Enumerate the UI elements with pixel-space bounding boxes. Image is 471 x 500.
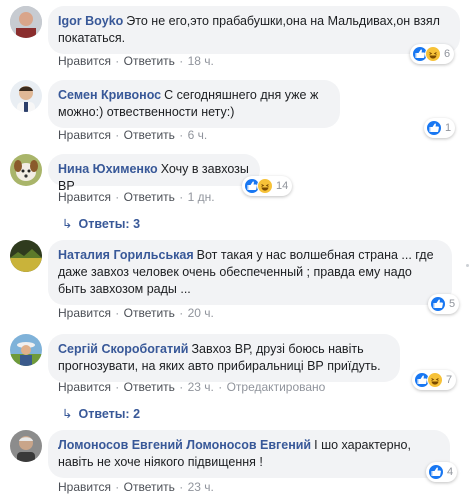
- reply-link[interactable]: Ответить: [124, 480, 175, 494]
- comment-bubble: Ломоносов Евгений Ломоносов Евгений І шо …: [48, 430, 450, 478]
- comment-bubble: Семен Кривонос С сегодняшнего дня уже ж м…: [48, 80, 340, 128]
- comment-bubble: Сергій Скоробогатий Завхоз ВР, друзі боюс…: [48, 334, 400, 382]
- like-reaction-icon: [426, 120, 442, 136]
- separator: ·: [115, 190, 120, 204]
- view-replies-link[interactable]: ↳ Ответы: 3: [62, 216, 140, 231]
- haha-reaction-icon: [257, 178, 273, 194]
- separator: ·: [179, 380, 184, 394]
- separator: ·: [179, 128, 184, 142]
- reaction-count: 6: [444, 48, 451, 60]
- comment-actions: Нравится · Ответить · 6 ч.: [58, 128, 207, 142]
- edited-label[interactable]: Отредактировано: [227, 380, 326, 394]
- separator: ·: [115, 54, 120, 68]
- haha-reaction-icon: [427, 372, 443, 388]
- avatar[interactable]: [10, 334, 42, 366]
- separator: ·: [115, 480, 120, 494]
- separator: ·: [179, 306, 184, 320]
- comment-item: Семен Кривонос С сегодняшнего дня уже ж м…: [10, 80, 460, 150]
- separator: ·: [218, 380, 223, 394]
- like-link[interactable]: Нравится: [58, 128, 111, 142]
- comment-timestamp[interactable]: 18 ч.: [188, 54, 214, 68]
- like-reaction-icon: [428, 464, 444, 480]
- scroll-indicator: [466, 264, 469, 267]
- reaction-count: 14: [276, 180, 289, 192]
- like-link[interactable]: Нравится: [58, 380, 111, 394]
- separator: ·: [179, 54, 184, 68]
- avatar[interactable]: [10, 80, 42, 112]
- comment-item: Наталия Горильськая Вот такая у нас волше…: [10, 240, 460, 324]
- haha-reaction-icon: [425, 46, 441, 62]
- replies-count-label: Ответы: 2: [78, 407, 141, 421]
- comment-bubble: Наталия Горильськая Вот такая у нас волше…: [48, 240, 452, 305]
- comment-author[interactable]: Семен Кривонос: [58, 88, 161, 102]
- comment-item: Igor Boyko Это не его,это прабабушки,она …: [10, 6, 460, 78]
- reaction-count: 4: [447, 466, 454, 478]
- comment-author[interactable]: Наталия Горильськая: [58, 248, 194, 262]
- comment-author[interactable]: Ломоносов Евгений Ломоносов Евгений: [58, 438, 311, 452]
- reactions-summary[interactable]: 5: [428, 294, 460, 314]
- comment-item: Ломоносов Евгений Ломоносов Евгений І шо …: [10, 430, 460, 498]
- separator: ·: [115, 306, 120, 320]
- comment-timestamp[interactable]: 23 ч.: [188, 480, 214, 494]
- comment-bubble: Нина Юхименко Хочу в завхозы ВР: [48, 154, 260, 193]
- comment-actions: Нравится · Ответить · 23 ч.: [58, 480, 214, 494]
- avatar[interactable]: [10, 6, 42, 38]
- reaction-count: 7: [446, 374, 453, 386]
- reaction-count: 1: [445, 122, 452, 134]
- separator: ·: [115, 380, 120, 394]
- reply-link[interactable]: Ответить: [124, 54, 175, 68]
- reply-link[interactable]: Ответить: [124, 306, 175, 320]
- reactions-summary[interactable]: 4: [426, 462, 458, 482]
- replies-count-label: Ответы: 3: [78, 217, 141, 231]
- comment-timestamp[interactable]: 20 ч.: [188, 306, 214, 320]
- comment-timestamp[interactable]: 6 ч.: [188, 128, 208, 142]
- separator: ·: [179, 480, 184, 494]
- reply-link[interactable]: Ответить: [124, 380, 175, 394]
- comment-item: Нина Юхименко Хочу в завхозы ВР 14 Нравит…: [10, 154, 460, 234]
- comment-author[interactable]: Нина Юхименко: [58, 162, 158, 176]
- reply-link[interactable]: Ответить: [124, 190, 175, 204]
- comment-timestamp[interactable]: 23 ч.: [188, 380, 214, 394]
- avatar[interactable]: [10, 240, 42, 272]
- comment-item: Сергій Скоробогатий Завхоз ВР, друзі боюс…: [10, 334, 460, 428]
- like-reaction-icon: [430, 296, 446, 312]
- avatar[interactable]: [10, 430, 42, 462]
- reactions-summary[interactable]: 7: [412, 370, 457, 390]
- comment-actions: Нравится · Ответить · 20 ч.: [58, 306, 214, 320]
- reactions-summary[interactable]: 1: [424, 118, 456, 138]
- comment-bubble: Igor Boyko Это не его,это прабабушки,она …: [48, 6, 460, 54]
- like-link[interactable]: Нравится: [58, 480, 111, 494]
- like-link[interactable]: Нравится: [58, 54, 111, 68]
- comment-actions: Нравится · Ответить · 18 ч.: [58, 54, 214, 68]
- like-link[interactable]: Нравится: [58, 306, 111, 320]
- comment-actions: Нравится · Ответить · 23 ч. · Отредактир…: [58, 380, 325, 394]
- like-link[interactable]: Нравится: [58, 190, 111, 204]
- reply-arrow-icon: ↳: [62, 407, 73, 421]
- avatar[interactable]: [10, 154, 42, 186]
- separator: ·: [115, 128, 120, 142]
- reactions-summary[interactable]: 6: [410, 44, 455, 64]
- reply-arrow-icon: ↳: [62, 217, 73, 231]
- comment-author[interactable]: Igor Boyko: [58, 14, 123, 28]
- comment-timestamp[interactable]: 1 дн.: [188, 190, 215, 204]
- separator: ·: [179, 190, 184, 204]
- reaction-count: 5: [449, 298, 456, 310]
- reactions-summary[interactable]: 14: [242, 176, 293, 196]
- view-replies-link[interactable]: ↳ Ответы: 2: [62, 406, 140, 421]
- reply-link[interactable]: Ответить: [124, 128, 175, 142]
- comment-actions: Нравится · Ответить · 1 дн.: [58, 190, 215, 204]
- comment-author[interactable]: Сергій Скоробогатий: [58, 342, 188, 356]
